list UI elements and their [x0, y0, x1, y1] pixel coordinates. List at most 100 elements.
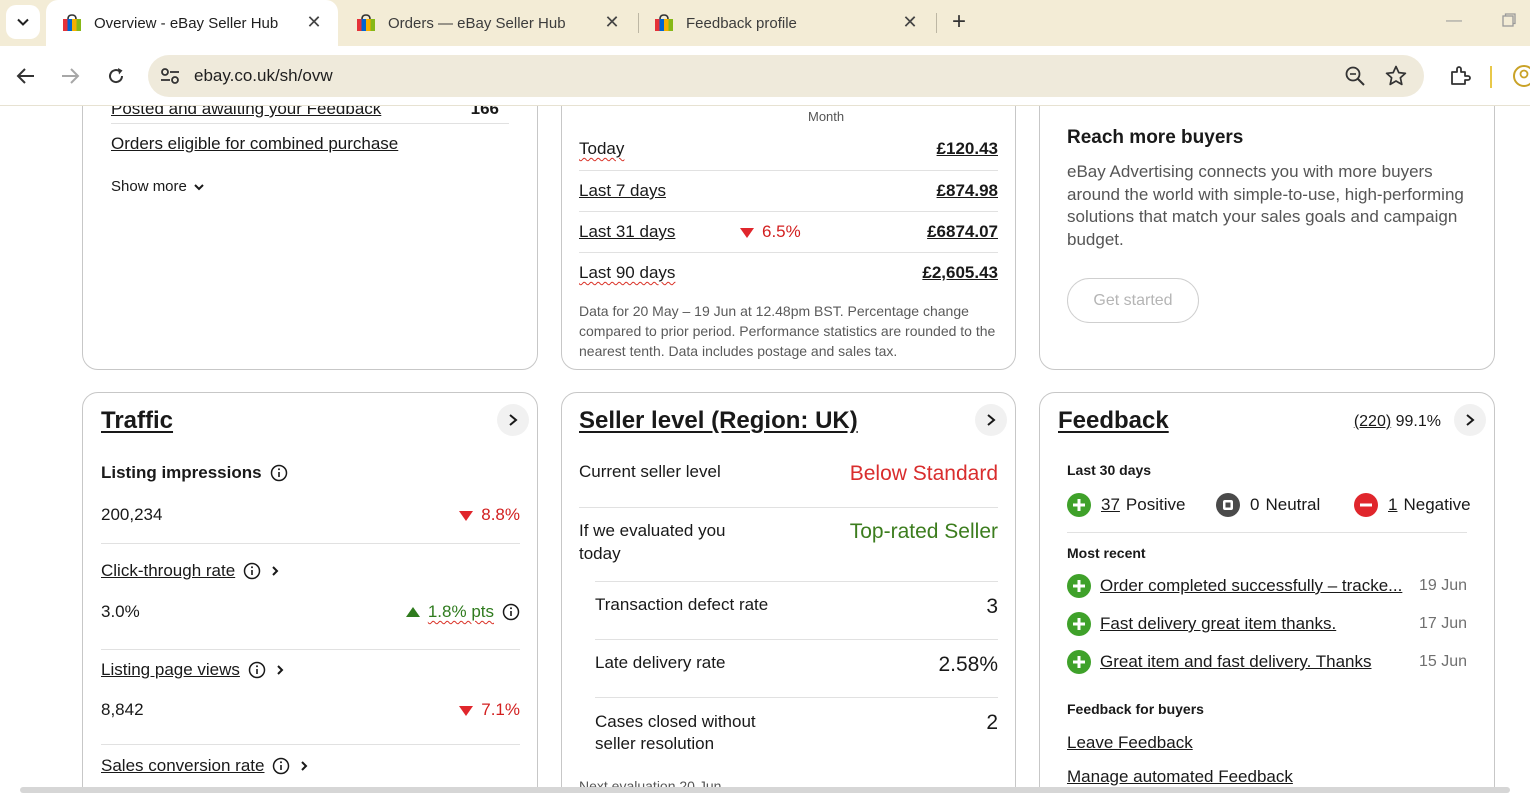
negative-count: 1 Negative	[1354, 493, 1471, 517]
listing-impressions-label: Listing impressions	[101, 463, 288, 483]
sales-row-last-90-days[interactable]: Last 90 days £2,605.43	[579, 253, 998, 293]
chevron-right-icon	[987, 414, 996, 426]
tab-search-button[interactable]	[6, 5, 40, 39]
tab-title: Orders — eBay Seller Hub	[388, 14, 566, 32]
feedback-expand-button[interactable]	[1454, 404, 1486, 436]
down-triangle-icon	[459, 510, 474, 521]
task-item-awaiting-feedback[interactable]: Posted and awaiting your Feedback 166	[111, 106, 509, 123]
listing-impressions-row: 200,234 8.8%	[101, 505, 520, 524]
reload-icon	[109, 68, 124, 84]
advertising-card: Reach more buyers eBay Advertising conne…	[1039, 106, 1495, 370]
ebay-bag-icon	[63, 14, 81, 31]
most-recent-label: Most recent	[1067, 545, 1146, 561]
current-seller-level-value: Below Standard	[849, 462, 998, 485]
tab-title: Feedback profile	[686, 14, 797, 32]
arrow-left-icon	[16, 68, 34, 84]
traffic-expand-button[interactable]	[497, 404, 529, 436]
late-delivery-rate-label: Late delivery rate	[595, 653, 726, 672]
listing-page-views-label[interactable]: Listing page views	[101, 660, 286, 680]
sales-column-header: Month	[808, 109, 845, 124]
cases-closed-value: 2	[986, 711, 998, 734]
chevron-right-icon	[1466, 414, 1475, 426]
bookmark-star-icon[interactable]	[1384, 64, 1408, 88]
down-triangle-icon	[740, 227, 754, 238]
recent-feedback-item[interactable]: Great item and fast delivery. Thanks 15 …	[1067, 649, 1467, 675]
divider	[101, 543, 520, 544]
chevron-right-icon	[272, 566, 279, 576]
click-through-rate-label[interactable]: Click-through rate	[101, 561, 281, 581]
seller-level-expand-button[interactable]	[975, 404, 1007, 436]
plus-circle-icon	[1067, 493, 1091, 517]
seller-level-card: Seller level (Region: UK) Current seller…	[561, 392, 1016, 793]
sales-row-last-7-days[interactable]: Last 7 days £874.98	[579, 171, 998, 211]
feedback-count-link[interactable]: (220)	[1354, 413, 1391, 430]
feedback-title[interactable]: Feedback	[1058, 407, 1169, 435]
tab-overview[interactable]: Overview - eBay Seller Hub ✕	[46, 0, 338, 46]
negative-count-link[interactable]: 1	[1388, 495, 1397, 515]
info-icon[interactable]	[502, 603, 520, 621]
recent-feedback-item[interactable]: Fast delivery great item thanks. 17 Jun	[1067, 611, 1467, 637]
last-30-days-label: Last 30 days	[1067, 462, 1152, 478]
tasks-card: Posted and awaiting your Feedback 166 Or…	[82, 106, 538, 370]
positive-count-link[interactable]: 37	[1101, 495, 1120, 515]
plus-circle-icon	[1067, 650, 1091, 674]
info-icon[interactable]	[272, 757, 290, 775]
profile-avatar-icon[interactable]	[1512, 64, 1530, 88]
down-triangle-icon	[459, 705, 474, 716]
task-item-combined-purchase[interactable]: Orders eligible for combined purchase	[111, 134, 398, 154]
url-text: ebay.co.uk/sh/ovw	[194, 66, 333, 85]
click-through-rate-row: 3.0% 1.8% pts	[101, 600, 520, 624]
back-button[interactable]	[14, 64, 38, 88]
positive-count: 37 Positive	[1067, 493, 1185, 517]
traffic-title[interactable]: Traffic	[101, 407, 173, 435]
transaction-defect-rate-value: 3	[986, 595, 998, 618]
divider	[595, 697, 998, 698]
close-tab-icon[interactable]: ✕	[602, 12, 622, 33]
sales-card: Month Today £120.43 Last 7 days £874.98 …	[561, 106, 1016, 370]
new-tab-button[interactable]: +	[946, 9, 972, 35]
info-icon[interactable]	[248, 661, 266, 679]
tab-feedback-profile[interactable]: Feedback profile ✕	[638, 0, 934, 46]
extensions-icon[interactable]	[1448, 64, 1472, 88]
tab-title: Overview - eBay Seller Hub	[94, 14, 279, 32]
leave-feedback-link[interactable]: Leave Feedback	[1067, 733, 1193, 753]
info-icon[interactable]	[270, 464, 288, 482]
zoom-icon[interactable]	[1344, 65, 1366, 87]
restore-window-icon[interactable]	[1502, 13, 1516, 27]
close-tab-icon[interactable]: ✕	[304, 12, 324, 33]
plus-circle-icon	[1067, 612, 1091, 636]
forward-button[interactable]	[58, 64, 82, 88]
sales-conversion-rate-label[interactable]: Sales conversion rate	[101, 756, 310, 776]
listing-page-views-row: 8,842 7.1%	[101, 700, 520, 719]
chevron-right-icon	[301, 761, 308, 771]
tab-orders[interactable]: Orders — eBay Seller Hub ✕	[340, 0, 636, 46]
reload-button[interactable]	[104, 64, 128, 88]
manage-automated-feedback-link[interactable]: Manage automated Feedback	[1067, 767, 1293, 787]
horizontal-scrollbar[interactable]	[20, 787, 1510, 793]
address-bar[interactable]: ebay.co.uk/sh/ovw	[148, 55, 1424, 97]
info-icon[interactable]	[243, 562, 261, 580]
sales-change-down: 6.5%	[740, 222, 801, 242]
site-settings-icon[interactable]	[158, 64, 182, 88]
evaluated-today-label: If we evaluated you today	[579, 521, 726, 563]
divider	[101, 649, 520, 650]
minimize-window-button[interactable]: —	[1446, 12, 1462, 30]
seller-hub-overview: Posted and awaiting your Feedback 166 Or…	[0, 106, 1530, 793]
transaction-defect-rate-label: Transaction defect rate	[595, 595, 769, 614]
sales-row-last-31-days[interactable]: Last 31 days 6.5% £6874.07	[579, 212, 998, 252]
close-tab-icon[interactable]: ✕	[900, 12, 920, 33]
up-triangle-icon	[405, 607, 420, 617]
late-delivery-rate-value: 2.58%	[938, 653, 998, 676]
show-more-button[interactable]: Show more	[111, 178, 205, 195]
sales-row-today[interactable]: Today £120.43	[579, 129, 998, 169]
recent-feedback-item[interactable]: Order completed successfully – tracke...…	[1067, 573, 1467, 599]
current-seller-level-label: Current seller level	[579, 462, 721, 481]
seller-level-title[interactable]: Seller level (Region: UK)	[579, 407, 858, 435]
toolbar-separator	[1490, 66, 1492, 88]
chevron-down-icon	[17, 18, 29, 26]
feedback-counts: 37 Positive 0 Neutral 1 Negative	[1067, 493, 1471, 519]
ebay-bag-icon	[655, 14, 673, 31]
ads-body: eBay Advertising connects you with more …	[1067, 162, 1464, 249]
neutral-count: 0 Neutral	[1216, 493, 1320, 517]
get-started-button[interactable]: Get started	[1067, 278, 1199, 323]
